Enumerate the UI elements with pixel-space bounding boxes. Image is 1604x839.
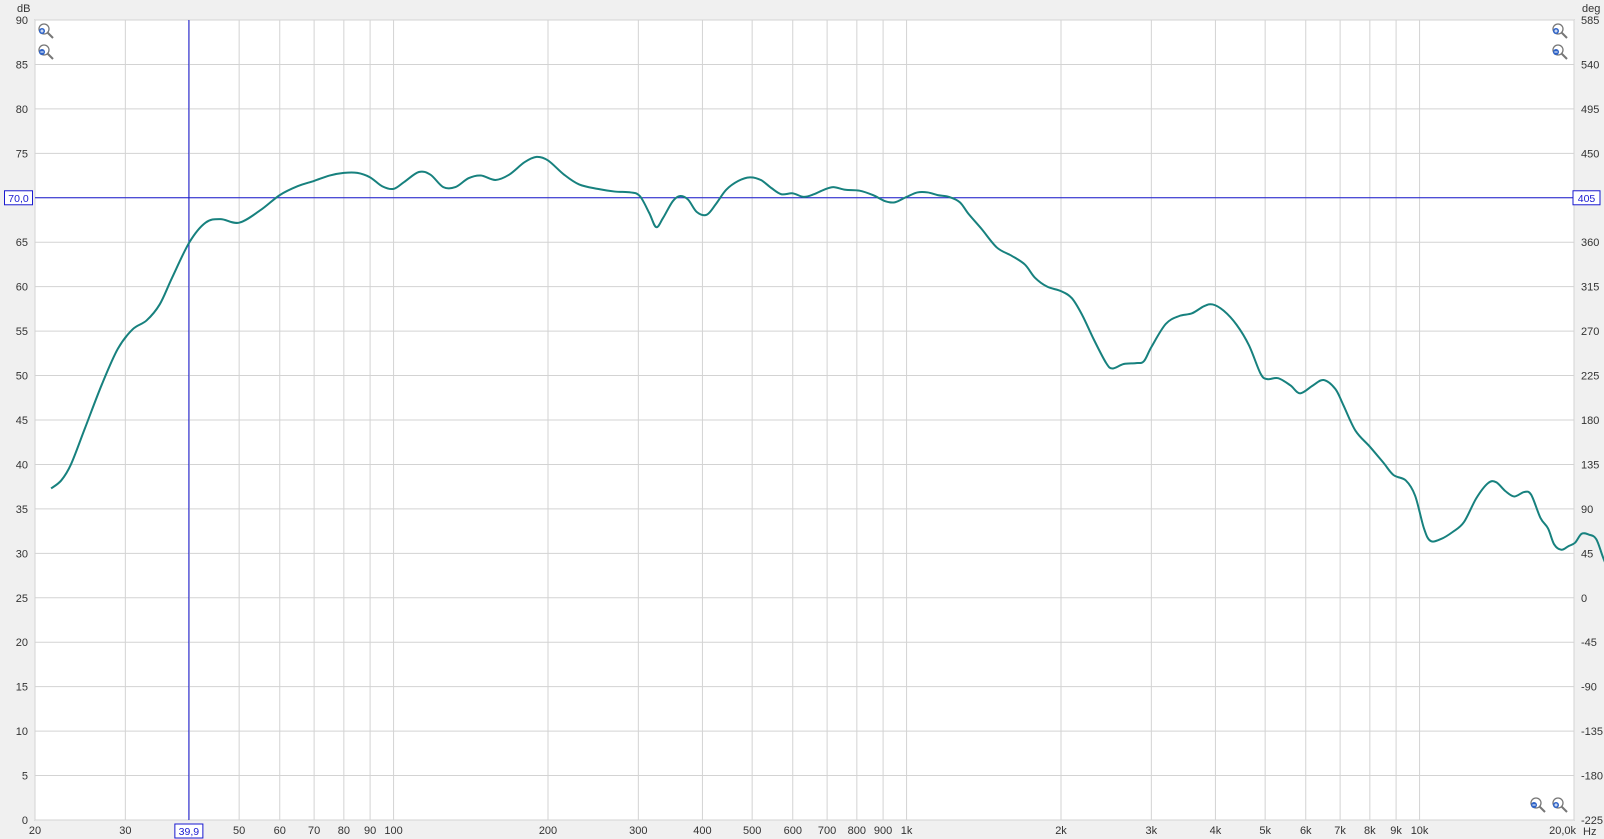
x-tick-label: 200 bbox=[539, 825, 557, 837]
x-tick-label: 30 bbox=[119, 825, 131, 837]
x-tick-label: 300 bbox=[629, 825, 647, 837]
cursor-x-label: 39,9 bbox=[174, 823, 204, 839]
y-left-tick-label: 80 bbox=[16, 104, 28, 116]
y-left-tick-label: 55 bbox=[16, 326, 28, 338]
x-tick-label: 3k bbox=[1146, 825, 1158, 837]
y-left-tick-label: 75 bbox=[16, 148, 28, 160]
y-right-tick-label: -90 bbox=[1581, 682, 1597, 694]
y-left-tick-label: 50 bbox=[16, 371, 28, 383]
y-right-tick-label: 180 bbox=[1581, 415, 1599, 427]
x-tick-label: 2k bbox=[1055, 825, 1067, 837]
x-tick-label: 10k bbox=[1411, 825, 1429, 837]
y-right-tick-label: 450 bbox=[1581, 148, 1599, 160]
y-left-tick-label: 65 bbox=[16, 237, 28, 249]
x-tick-label: 900 bbox=[874, 825, 892, 837]
y-right-tick-label: -180 bbox=[1581, 771, 1603, 783]
y-left-tick-label: 60 bbox=[16, 282, 28, 294]
y-left-tick-label: 85 bbox=[16, 59, 28, 71]
y-left-tick-label: 0 bbox=[22, 815, 28, 827]
x-tick-label: 400 bbox=[693, 825, 711, 837]
x-tick-label: 7k bbox=[1334, 825, 1346, 837]
y-right-tick-label: 495 bbox=[1581, 104, 1599, 116]
y-right-tick-label: 585 bbox=[1581, 15, 1599, 27]
y-left-tick-label: 30 bbox=[16, 548, 28, 560]
cursor-x-label-text: 39,9 bbox=[179, 826, 200, 838]
x-tick-label: 800 bbox=[848, 825, 866, 837]
x-tick-label: 90 bbox=[364, 825, 376, 837]
x-unit-label: Hz bbox=[1583, 826, 1596, 838]
cursor-y-right-label: 405 bbox=[1572, 190, 1601, 206]
x-tick-label: 50 bbox=[233, 825, 245, 837]
y-left-tick-label: 40 bbox=[16, 459, 28, 471]
x-tick-label: 9k bbox=[1390, 825, 1402, 837]
x-tick-label: 8k bbox=[1364, 825, 1376, 837]
y-right-tick-label: 90 bbox=[1581, 504, 1593, 516]
y-right-tick-label: 360 bbox=[1581, 237, 1599, 249]
x-tick-label: 4k bbox=[1210, 825, 1222, 837]
x-tick-label: 70 bbox=[308, 825, 320, 837]
x-tick-label: 500 bbox=[743, 825, 761, 837]
y-left-tick-label: 10 bbox=[16, 726, 28, 738]
x-tick-label: 5k bbox=[1259, 825, 1271, 837]
x-tick-label: 80 bbox=[338, 825, 350, 837]
y-left-tick-label: 20 bbox=[16, 637, 28, 649]
y-left-tick-label: 45 bbox=[16, 415, 28, 427]
y-right-tick-label: -135 bbox=[1581, 726, 1603, 738]
x-tick-label: 60 bbox=[274, 825, 286, 837]
y-right-tick-label: 45 bbox=[1581, 548, 1593, 560]
y-right-tick-label: -45 bbox=[1581, 637, 1597, 649]
y-left-tick-label: 90 bbox=[16, 15, 28, 27]
y-left-tick-label: 25 bbox=[16, 593, 28, 605]
x-tick-label: 20,0k bbox=[1549, 825, 1576, 837]
y-left-tick-label: 5 bbox=[22, 771, 28, 783]
x-tick-label: 6k bbox=[1300, 825, 1312, 837]
cursor-y-left-label: 70,0 bbox=[4, 190, 33, 206]
x-tick-label: 20 bbox=[29, 825, 41, 837]
y-left-unit-label: dB bbox=[17, 3, 30, 15]
x-tick-label: 600 bbox=[784, 825, 802, 837]
y-right-tick-label: 0 bbox=[1581, 593, 1587, 605]
frequency-response-chart[interactable]: 20 30 50 60 70 80 90 100 200 300 400 500 600 700 800 90… bbox=[0, 0, 1604, 839]
x-tick-label: 1k bbox=[901, 825, 913, 837]
y-right-tick-label: 540 bbox=[1581, 59, 1599, 71]
cursor-y-left-label-text: 70,0 bbox=[8, 193, 29, 205]
y-right-tick-label: 315 bbox=[1581, 282, 1599, 294]
y-right-unit-label: deg bbox=[1582, 3, 1600, 15]
y-right-tick-label: 135 bbox=[1581, 459, 1599, 471]
y-right-tick-label: 270 bbox=[1581, 326, 1599, 338]
y-right-tick-label: 225 bbox=[1581, 371, 1599, 383]
x-tick-label: 100 bbox=[384, 825, 402, 837]
y-left-tick-label: 15 bbox=[16, 682, 28, 694]
x-tick-label: 700 bbox=[818, 825, 836, 837]
cursor-y-right-label-text: 405 bbox=[1578, 193, 1596, 205]
y-left-tick-label: 35 bbox=[16, 504, 28, 516]
